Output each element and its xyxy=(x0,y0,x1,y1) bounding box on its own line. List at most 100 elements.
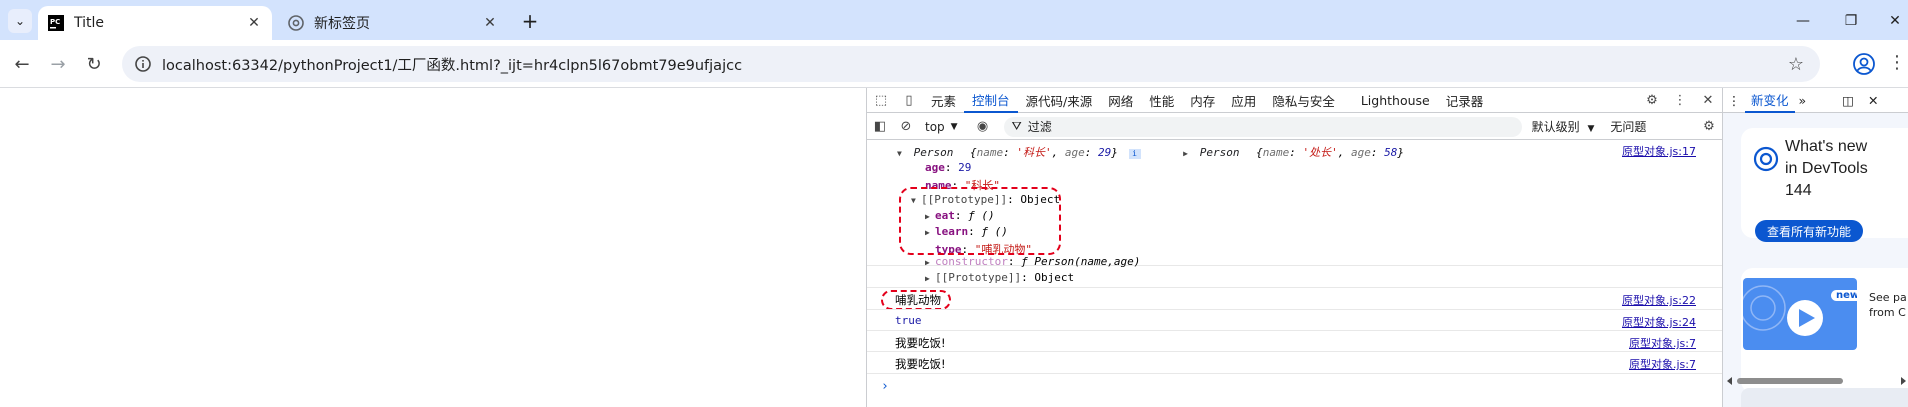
play-graphic-icon xyxy=(1743,285,1823,336)
context-label: top xyxy=(925,119,945,134)
tab-elements[interactable]: 元素 xyxy=(923,88,964,113)
next-feature-card xyxy=(1741,388,1908,407)
prop-constructor[interactable]: ▶ constructor: ƒ Person(name,age) xyxy=(925,255,1140,268)
device-toolbar-icon[interactable]: ▯ xyxy=(895,88,923,113)
bookmark-star-icon[interactable]: ☆ xyxy=(1788,54,1804,75)
close-drawer-icon[interactable]: ✕ xyxy=(1868,93,1878,108)
console-message: 我要吃饭! 原型对象.js:7 xyxy=(867,331,1722,352)
forward-arrow-icon[interactable]: → xyxy=(46,52,70,76)
issues-counter[interactable]: 无问题 xyxy=(1610,118,1646,135)
inspect-element-icon[interactable]: ⬚ xyxy=(867,88,895,113)
see-all-features-button[interactable]: 查看所有新功能 xyxy=(1755,220,1864,242)
info-icon[interactable]: i xyxy=(1128,149,1141,159)
close-window-icon[interactable]: ✕ xyxy=(1882,8,1908,34)
collapsed-triangle-icon[interactable]: ▶ xyxy=(925,274,935,283)
collapsed-triangle-icon[interactable]: ▶ xyxy=(925,258,935,267)
filter-input[interactable]: ⛛ 过滤 xyxy=(1003,116,1522,137)
devtools-panel: ⬚ ▯ 元素 控制台 源代码/来源 网络 性能 内存 应用 隐私与安全 Ligh… xyxy=(866,88,1908,407)
chrome-icon xyxy=(288,15,304,31)
drawer-menu-icon[interactable]: ⋮ xyxy=(1723,93,1745,108)
tab-memory[interactable]: 内存 xyxy=(1182,88,1223,113)
dropdown-arrow-icon: ▼ xyxy=(1587,124,1595,134)
close-tab-icon[interactable]: ✕ xyxy=(244,13,264,33)
reload-icon[interactable]: ↻ xyxy=(82,52,106,76)
source-link[interactable]: 原型对象.js:24 xyxy=(1622,314,1696,330)
back-arrow-icon[interactable]: ← xyxy=(10,52,34,76)
live-expression-eye-icon[interactable]: ◉ xyxy=(970,114,996,140)
preview-value: 58 xyxy=(1384,146,1398,159)
collapsed-triangle-icon[interactable]: ▶ xyxy=(1183,149,1193,158)
tab-lighthouse[interactable]: Lighthouse xyxy=(1343,88,1438,113)
svg-text:PC: PC xyxy=(50,18,60,26)
expanded-triangle-icon[interactable]: ▼ xyxy=(897,149,907,158)
tab-privacy-security[interactable]: 隐私与安全 xyxy=(1264,88,1343,113)
title-line: What's new xyxy=(1785,138,1868,155)
levels-dropdown[interactable]: 默认级别 ▼ xyxy=(1532,118,1595,135)
log-text: 哺乳动物 xyxy=(895,293,941,307)
filter-placeholder: 过滤 xyxy=(1027,120,1052,134)
dock-side-icon[interactable]: ◫ xyxy=(1842,93,1854,108)
preview-key: age xyxy=(1064,146,1085,159)
tab-whats-new[interactable]: 新变化 xyxy=(1745,88,1795,113)
tab-search-chevron-icon[interactable]: ⌄ xyxy=(8,9,32,33)
highlight-prototype-box xyxy=(899,187,1061,255)
tab-performance[interactable]: 性能 xyxy=(1141,88,1182,113)
whats-new-drawer: ⋮ 新变化 » ◫ ✕ What's new in DevTools 144 查… xyxy=(1722,88,1908,407)
title-line: 144 xyxy=(1785,182,1812,199)
devtools-menu-icon[interactable]: ⋮ xyxy=(1666,88,1694,113)
source-link[interactable]: 原型对象.js:17 xyxy=(1622,143,1696,159)
prop-value: ƒ Person(name,age) xyxy=(1021,255,1141,268)
log-text: 我要吃饭! xyxy=(895,357,946,371)
levels-label: 默认级别 xyxy=(1531,120,1580,134)
filter-funnel-icon: ⛛ xyxy=(1011,119,1022,133)
browser-toolbar: ← → ↻ localhost:63342/pythonProject1/工厂函… xyxy=(0,40,1908,88)
new-tab-plus-icon[interactable]: + xyxy=(518,9,542,33)
browser-menu-icon[interactable]: ⋮ xyxy=(1888,52,1906,73)
console-prompt[interactable]: › xyxy=(881,379,889,394)
minimize-icon[interactable]: — xyxy=(1790,8,1816,34)
tab-title[interactable]: PC Title ✕ xyxy=(38,6,272,40)
tab-console[interactable]: 控制台 xyxy=(964,88,1018,113)
source-link[interactable]: 原型对象.js:7 xyxy=(1629,335,1696,351)
profile-icon[interactable] xyxy=(1852,52,1876,76)
sidebar-toggle-icon[interactable]: ◧ xyxy=(867,114,893,140)
close-tab-icon[interactable]: ✕ xyxy=(480,13,500,33)
restore-icon[interactable]: ❐ xyxy=(1838,8,1864,34)
console-toolbar: ◧ ⊘ top ▼ ◉ ⛛ 过滤 默认级别 ▼ 无问题 ⚙ xyxy=(867,114,1722,140)
more-tabs-chevron-icon[interactable]: » xyxy=(1799,93,1807,108)
preview-value: '处长' xyxy=(1302,146,1338,159)
preview-key: name xyxy=(976,146,1004,159)
object-preview[interactable]: ▼ Person {name: '科长', age: 29} i ▶ Perso… xyxy=(897,144,1404,160)
tab-sources[interactable]: 源代码/来源 xyxy=(1018,88,1101,113)
prop-prototype-object[interactable]: ▶ [[Prototype]]: Object xyxy=(925,271,1074,284)
preview-key: name xyxy=(1262,146,1290,159)
tab-new-tab[interactable]: 新标签页 ✕ xyxy=(278,6,508,40)
feature-card: new See pa from C xyxy=(1741,268,1908,393)
site-info-icon[interactable] xyxy=(134,55,152,73)
console-output: ▼ Person {name: '科长', age: 29} i ▶ Perso… xyxy=(867,141,1722,407)
console-message: true 原型对象.js:24 xyxy=(867,310,1722,331)
context-selector[interactable]: top ▼ xyxy=(919,120,964,134)
tab-label: Title xyxy=(74,15,105,31)
tab-network[interactable]: 网络 xyxy=(1100,88,1141,113)
description-line: See pa xyxy=(1869,291,1907,304)
console-settings-gear-icon[interactable]: ⚙ xyxy=(1696,114,1722,140)
object-type: Person xyxy=(913,146,954,159)
source-link[interactable]: 原型对象.js:7 xyxy=(1629,356,1696,372)
url-text: localhost:63342/pythonProject1/工厂函数.html… xyxy=(162,57,743,74)
settings-gear-icon[interactable]: ⚙ xyxy=(1638,88,1666,113)
tab-recorder[interactable]: 记录器 xyxy=(1438,88,1492,113)
source-link[interactable]: 原型对象.js:22 xyxy=(1622,292,1696,308)
feature-thumbnail[interactable]: new xyxy=(1743,278,1857,350)
feature-description: See pa from C xyxy=(1869,290,1907,320)
console-message: 哺乳动物 原型对象.js:22 xyxy=(867,288,1722,310)
close-devtools-icon[interactable]: ✕ xyxy=(1694,88,1722,113)
prop-value: 29 xyxy=(958,161,972,174)
tab-application[interactable]: 应用 xyxy=(1223,88,1264,113)
prop-key: age xyxy=(925,161,945,174)
devtools-controls: ⚙ ⋮ ✕ xyxy=(1638,88,1722,113)
clear-console-icon[interactable]: ⊘ xyxy=(893,114,919,140)
horizontal-scrollbar[interactable] xyxy=(1723,376,1908,386)
address-bar[interactable]: localhost:63342/pythonProject1/工厂函数.html… xyxy=(122,46,1820,82)
preview-key: age xyxy=(1351,146,1371,159)
